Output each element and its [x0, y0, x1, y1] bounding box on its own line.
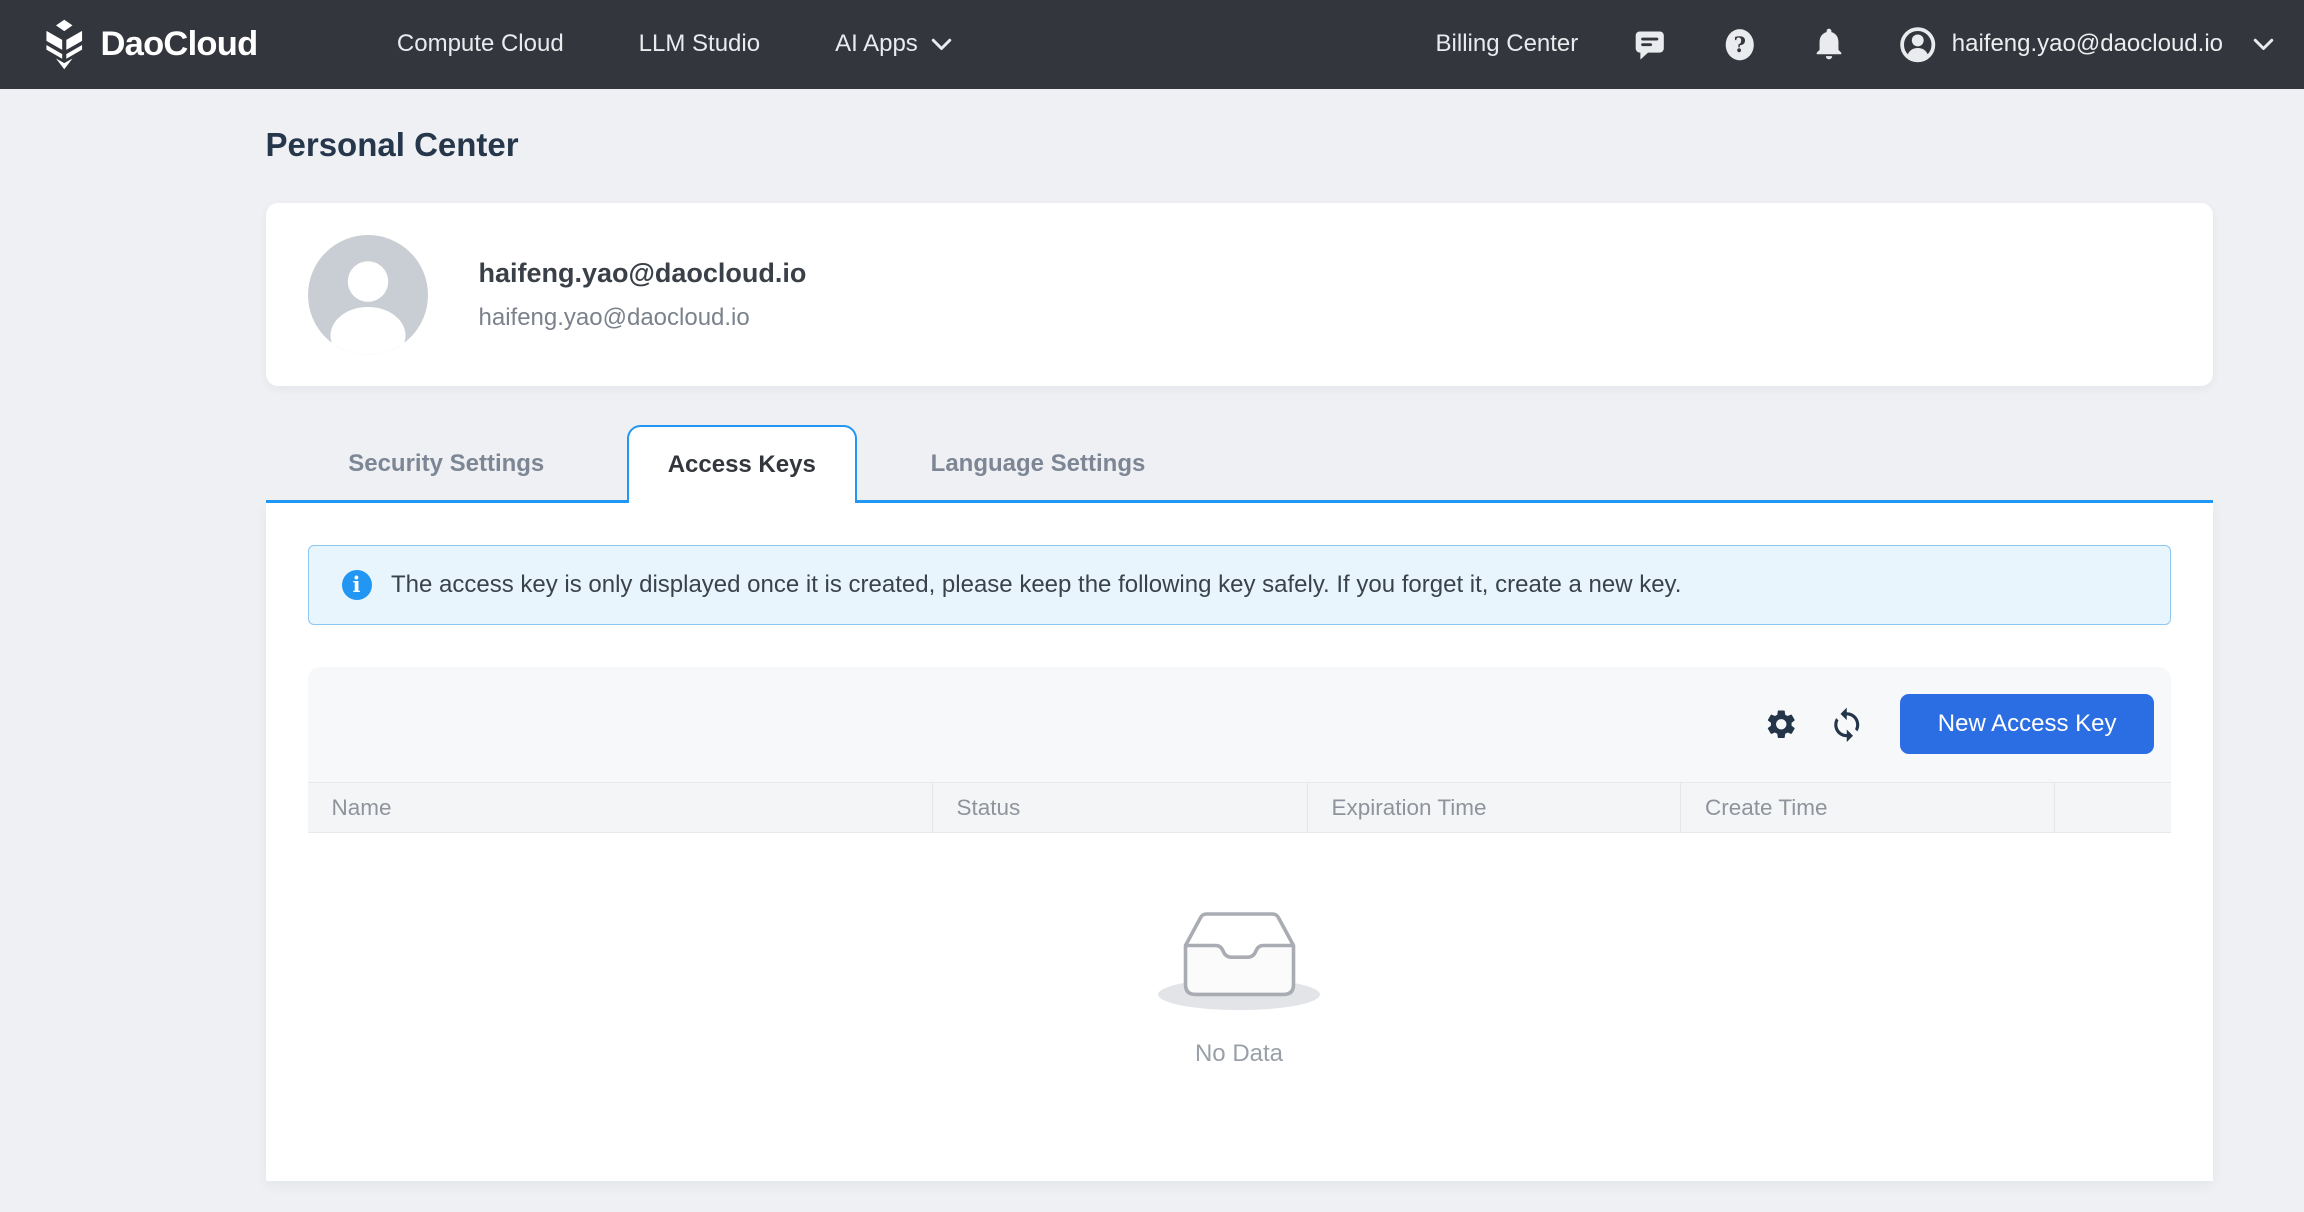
- app-root: DaoCloud Compute Cloud LLM Studio AI App…: [0, 0, 2304, 1212]
- chevron-down-icon: [931, 38, 952, 52]
- main-content: Personal Center haifeng.yao@daocloud.io …: [266, 126, 2213, 1181]
- column-header-create-time: Create Time: [1680, 783, 2054, 832]
- info-alert-text: The access key is only displayed once it…: [391, 571, 1681, 599]
- user-avatar-icon: [1899, 26, 1937, 64]
- column-header-name: Name: [308, 783, 932, 832]
- empty-inbox-icon: [1158, 908, 1320, 1004]
- nav-item-label: LLM Studio: [639, 30, 760, 58]
- nav-item-ai-apps[interactable]: AI Apps: [835, 30, 952, 58]
- profile-email: haifeng.yao@daocloud.io: [479, 304, 807, 332]
- empty-state-text: No Data: [1195, 1040, 1283, 1068]
- daocloud-logo-icon: [41, 18, 88, 71]
- profile-avatar: [308, 235, 428, 355]
- nav-item-label: Compute Cloud: [397, 30, 564, 58]
- nav-item-label: AI Apps: [835, 30, 918, 58]
- tab-language-settings[interactable]: Language Settings: [857, 425, 1220, 503]
- nav-item-label: Billing Center: [1436, 30, 1579, 58]
- profile-info: haifeng.yao@daocloud.io haifeng.yao@daoc…: [479, 258, 807, 332]
- empty-state: No Data: [1158, 908, 1320, 1068]
- access-keys-panel: i The access key is only displayed once …: [266, 503, 2213, 1181]
- daocloud-logo[interactable]: DaoCloud: [41, 18, 258, 71]
- page-title: Personal Center: [266, 126, 2213, 164]
- table-toolbar: New Access Key: [308, 667, 2171, 783]
- column-header-expiration-time: Expiration Time: [1307, 783, 1681, 832]
- gear-icon[interactable]: [1764, 707, 1799, 742]
- svg-text:?: ?: [1733, 31, 1745, 56]
- help-icon[interactable]: ?: [1721, 26, 1759, 64]
- navbar-right: Billing Center ?: [1436, 26, 2274, 64]
- nav-item-llm-studio[interactable]: LLM Studio: [639, 30, 760, 58]
- top-navbar: DaoCloud Compute Cloud LLM Studio AI App…: [0, 0, 2304, 89]
- nav-item-billing-center[interactable]: Billing Center: [1436, 30, 1579, 58]
- info-icon: i: [342, 570, 372, 600]
- nav-item-compute-cloud[interactable]: Compute Cloud: [397, 30, 564, 58]
- table-header-row: Name Status Expiration Time Create Time: [308, 782, 2171, 833]
- tab-security-settings[interactable]: Security Settings: [266, 425, 628, 503]
- new-access-key-button[interactable]: New Access Key: [1900, 694, 2154, 754]
- message-icon[interactable]: [1631, 26, 1669, 64]
- user-menu[interactable]: haifeng.yao@daocloud.io: [1899, 26, 2274, 64]
- tab-access-keys[interactable]: Access Keys: [627, 425, 857, 503]
- chevron-down-icon: [2253, 38, 2274, 52]
- info-alert: i The access key is only displayed once …: [308, 545, 2171, 625]
- navbar-user-email: haifeng.yao@daocloud.io: [1952, 30, 2223, 58]
- profile-card: haifeng.yao@daocloud.io haifeng.yao@daoc…: [266, 203, 2213, 386]
- logo-text: DaoCloud: [101, 25, 258, 64]
- settings-tabs: Security Settings Access Keys Language S…: [266, 425, 2213, 503]
- column-header-status: Status: [932, 783, 1307, 832]
- column-header-actions: [2054, 783, 2171, 832]
- refresh-icon[interactable]: [1828, 706, 1866, 744]
- primary-nav: Compute Cloud LLM Studio AI Apps: [397, 30, 952, 58]
- access-keys-table-card: New Access Key Name Status Expiration Ti…: [308, 667, 2171, 1140]
- bell-icon[interactable]: [1811, 26, 1847, 62]
- table-body: No Data: [308, 833, 2171, 1139]
- profile-name: haifeng.yao@daocloud.io: [479, 258, 807, 289]
